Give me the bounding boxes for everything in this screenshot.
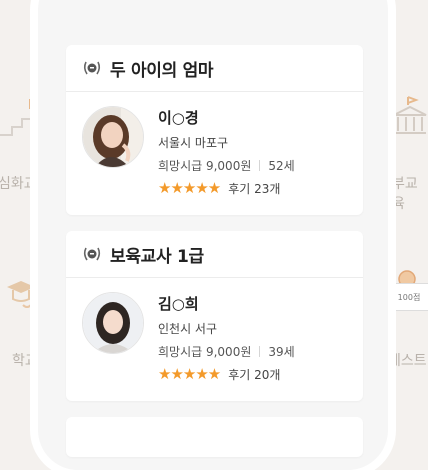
card-title: 두 아이의 엄마: [110, 60, 214, 81]
review-count: 후기 23개: [228, 181, 281, 196]
caregiver-age: 52세: [268, 159, 295, 173]
graduation-cap-icon: [7, 281, 35, 308]
laurel-badge-icon: [83, 61, 101, 75]
score-label: 100점: [397, 292, 421, 302]
bg-label-left-2: 학교: [12, 353, 38, 369]
caregiver-address: 인천시 서구: [158, 322, 218, 336]
caregiver-address: 서울시 마포구: [158, 136, 229, 150]
score-card: 100점: [388, 283, 428, 311]
caregiver-card[interactable]: 보육교사 1급 김○희 인천시 서구 희망시급 9,000원 39세 ★★★★★…: [66, 231, 363, 401]
card-title: 보육교사 1급: [110, 246, 204, 267]
hourly-wage: 희망시급 9,000원: [158, 159, 252, 173]
bg-label-left-1: 심화교: [0, 176, 37, 192]
stairs-flag-icon: [0, 98, 40, 136]
profile-photo: [82, 106, 144, 168]
review-count: 후기 20개: [228, 367, 281, 382]
profile-photo: [82, 292, 144, 354]
card-header: 두 아이의 엄마: [66, 45, 363, 92]
divider: [259, 160, 261, 171]
card-header: 보육교사 1급: [66, 231, 363, 278]
caregiver-card[interactable]: 두 아이의 엄마 이○경 서울시 마포구 희망시급 9,000원 52세 ★★★…: [66, 45, 363, 215]
bg-label-right-1: 부교육: [392, 176, 418, 212]
star-rating-icon: ★★★★★: [158, 179, 221, 197]
caregiver-name: 김○희: [158, 295, 199, 313]
building-icon: [393, 96, 427, 134]
laurel-badge-icon: [83, 247, 101, 261]
caregiver-card-partial[interactable]: [66, 417, 363, 457]
bg-label-right-2: 테스트: [388, 353, 427, 369]
star-rating-icon: ★★★★★: [158, 365, 221, 383]
caregiver-name: 이○경: [158, 109, 199, 127]
caregiver-age: 39세: [268, 345, 295, 359]
hourly-wage: 희망시급 9,000원: [158, 345, 252, 359]
divider: [259, 346, 261, 357]
